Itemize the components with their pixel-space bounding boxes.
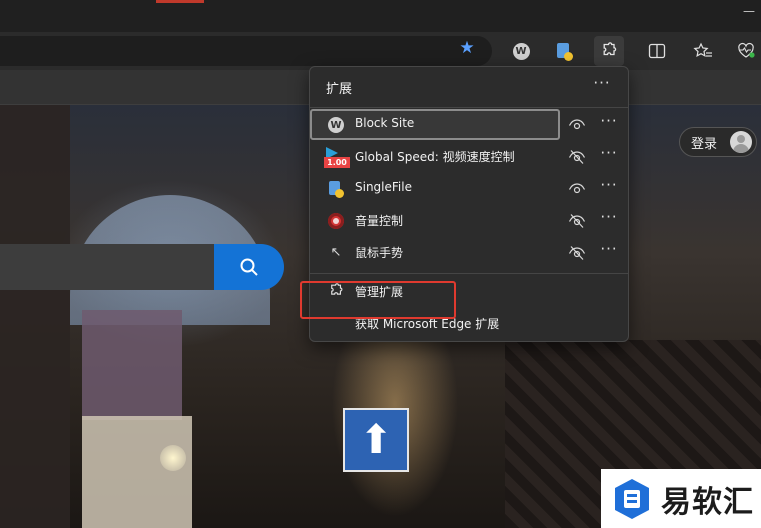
extensions-menu-header: 扩展 ··· (310, 67, 628, 107)
extension-name: 音量控制 (355, 214, 404, 228)
watermark: 易软汇 (601, 469, 761, 528)
login-label: 登录 (691, 136, 718, 152)
focus-ring (310, 109, 560, 140)
puzzle-icon (603, 42, 617, 56)
favorites-list-icon (693, 42, 712, 57)
split-screen-icon (648, 43, 666, 59)
extension-name: Global Speed: 视频速度控制 (355, 150, 515, 164)
search-input[interactable] (0, 244, 214, 290)
favorite-star-icon[interactable]: ★ (458, 39, 476, 57)
global-speed-icon: 1.00 (324, 147, 350, 169)
background-lamp (160, 445, 186, 471)
extension-name: Block Site (355, 116, 415, 130)
search-button[interactable] (214, 244, 284, 290)
singlefile-icon (328, 181, 344, 198)
background-house (82, 416, 192, 528)
eye-off-icon[interactable] (568, 244, 586, 262)
divider (310, 107, 628, 108)
eye-icon[interactable] (568, 180, 586, 198)
background-road-sign: ⬆ (343, 408, 409, 472)
search-icon (240, 258, 258, 276)
extension-name: SingleFile (355, 180, 412, 194)
more-options-icon[interactable]: ··· (598, 114, 620, 136)
singlefile-icon (557, 42, 573, 61)
background-building (82, 310, 182, 420)
active-tab-indicator (156, 0, 204, 3)
more-options-icon[interactable]: ··· (598, 178, 620, 200)
address-bar[interactable] (0, 36, 492, 66)
up-arrow-icon: ⬆ (359, 417, 393, 463)
window-title-bar: — (0, 0, 761, 32)
login-button[interactable]: 登录 (679, 127, 757, 157)
eye-off-icon[interactable] (568, 212, 586, 230)
split-screen-button[interactable] (642, 36, 672, 66)
heart-pulse-icon (738, 42, 755, 58)
avatar-icon (730, 131, 752, 153)
extensions-menu-title: 扩展 (326, 82, 353, 97)
extensions-button[interactable] (594, 36, 624, 66)
search-box (0, 244, 284, 290)
block-site-toolbar-button[interactable]: W (506, 36, 536, 66)
divider (310, 273, 628, 274)
browser-toolbar: ★ W (0, 32, 761, 70)
eye-icon[interactable] (568, 116, 586, 134)
extension-row-volume-control[interactable]: 音量控制 ··· (310, 205, 628, 237)
extension-row-global-speed[interactable]: 1.00 Global Speed: 视频速度控制 ··· (310, 141, 628, 173)
annotation-highlight-box (300, 281, 456, 319)
volume-control-icon (328, 213, 344, 229)
browser-essentials-button[interactable] (731, 36, 761, 66)
more-options-icon[interactable]: ··· (598, 146, 620, 168)
watermark-text: 易软汇 (661, 485, 754, 520)
background-wall-left (0, 104, 70, 528)
mouse-gesture-icon: ↖ (330, 245, 342, 260)
extension-row-mouse-gesture[interactable]: ↖ 鼠标手势 ··· (310, 237, 628, 269)
extension-name: 鼠标手势 (355, 246, 404, 260)
speed-badge: 1.00 (324, 157, 350, 168)
minimize-icon[interactable]: — (743, 4, 755, 18)
extension-row-singlefile[interactable]: SingleFile ··· (310, 173, 628, 205)
more-options-icon[interactable]: ··· (591, 76, 613, 98)
w-circle-icon: W (328, 117, 344, 133)
more-options-icon[interactable]: ··· (598, 210, 620, 232)
favorites-button[interactable] (688, 36, 718, 66)
singlefile-toolbar-button[interactable] (549, 36, 579, 66)
w-circle-icon: W (512, 42, 530, 60)
brand-logo-icon (615, 479, 649, 519)
eye-off-icon[interactable] (568, 148, 586, 166)
more-options-icon[interactable]: ··· (598, 242, 620, 264)
extension-row-block-site[interactable]: W Block Site ··· (310, 109, 628, 141)
